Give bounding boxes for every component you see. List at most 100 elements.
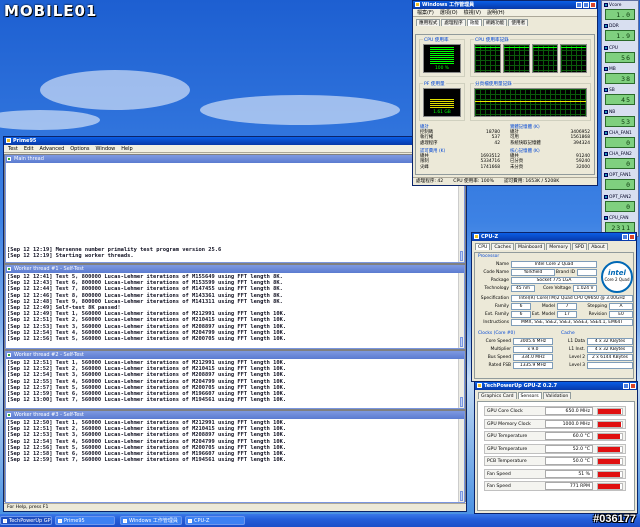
prime95-title: Prime95 — [13, 138, 37, 144]
scrollbar[interactable] — [458, 359, 464, 408]
menu-help[interactable]: Help — [121, 145, 132, 152]
sensor-value[interactable]: 51 % — [545, 469, 593, 478]
cpuz-window[interactable]: CPU-Z CPU Caches Mainboard Memory SPD Ab… — [471, 232, 637, 382]
field-label: Family — [494, 304, 509, 309]
menu-options[interactable]: Options — [70, 145, 89, 152]
corner-id-text: #036177 — [593, 513, 636, 525]
cpuz-titlebar[interactable]: CPU-Z — [472, 233, 636, 241]
tab-cpu[interactable]: CPU — [475, 243, 491, 250]
main-thread-window[interactable]: Main thread [Sep 12 12:19] Mersenne numb… — [5, 155, 465, 263]
tab-about[interactable]: About — [588, 243, 608, 250]
commit-charge-group: 認可費用 (K) 總共 1693512 限制 5334716 尖峰 1741668 — [420, 149, 500, 170]
model-field: 7 — [557, 303, 577, 310]
tab-users[interactable]: 使用者 — [508, 19, 529, 26]
menu-view[interactable]: 檢視(V) — [464, 9, 481, 16]
taskbar-button[interactable]: CPU-Z — [185, 516, 245, 525]
gadget-sensor-value: 0 — [605, 200, 635, 212]
gpuz-titlebar[interactable]: TechPowerUp GPU-Z 0.2.7 — [475, 382, 637, 390]
sensor-icon — [604, 66, 608, 71]
menu-advanced[interactable]: Advanced — [40, 145, 65, 152]
log-line: [Sep 12 12:19] Starting worker threads. — [7, 253, 134, 260]
sensor-icon — [604, 45, 608, 50]
close-button[interactable] — [630, 383, 636, 389]
tab-memory[interactable]: Memory — [546, 243, 571, 250]
minimize-button[interactable] — [623, 383, 629, 389]
gpuz-window[interactable]: TechPowerUp GPU-Z 0.2.7 Graphics Card Se… — [474, 381, 638, 514]
tab-sensors[interactable]: Sensors — [517, 392, 542, 399]
task-manager-window[interactable]: Windows 工作管理員 檔案(F) 選項(O) 檢視(V) 說明(H) 應用… — [412, 0, 598, 186]
scrollbar[interactable] — [458, 419, 464, 502]
sensor-value[interactable]: 1000.0 MHz — [545, 419, 593, 428]
minimize-button[interactable] — [622, 234, 628, 240]
cpu-core-graph — [502, 44, 530, 73]
close-button[interactable] — [590, 2, 596, 8]
cpu-usage-meter: 100 % — [423, 44, 461, 73]
sensor-value[interactable]: 650.0 MHz — [545, 407, 593, 415]
menu-options[interactable]: 選項(O) — [440, 9, 458, 16]
task-manager-title: Windows 工作管理員 — [422, 2, 475, 8]
sensor-icon — [604, 3, 608, 7]
field-label: L1 Inst. — [568, 347, 585, 352]
close-button[interactable] — [629, 234, 635, 240]
worker-thread-2-titlebar[interactable]: Worker thread #2 - Self-Test — [6, 352, 464, 359]
stat-value: 32000 — [576, 164, 590, 170]
menu-window[interactable]: Window — [96, 145, 116, 152]
menu-test[interactable]: Test — [8, 145, 18, 152]
tab-graphics-card[interactable]: Graphics Card — [478, 392, 517, 399]
tab-mainboard[interactable]: Mainboard — [515, 243, 546, 250]
cpu-core-graph — [560, 44, 587, 73]
sensor-value[interactable]: 50.0 °C — [545, 457, 593, 465]
minimize-button[interactable] — [576, 2, 582, 8]
tab-caches[interactable]: Caches — [491, 243, 515, 250]
menu-edit[interactable]: Edit — [24, 145, 34, 152]
sensor-icon — [604, 24, 608, 29]
l1-data-field: 4 x 32 KBytes — [587, 338, 633, 345]
field-label: Package — [490, 278, 509, 283]
field-label: Level 3 — [569, 363, 585, 368]
prime95-titlebar[interactable]: Prime95 — [4, 137, 466, 145]
pf-usage-box: PF 使用量 1.61 GB — [419, 81, 465, 121]
menu-file[interactable]: 檔案(F) — [417, 9, 434, 16]
menu-help[interactable]: 說明(H) — [487, 9, 505, 16]
intel-logo-text: intel — [608, 269, 626, 277]
cpu-name-field: Intel Core 2 Quad — [511, 261, 597, 268]
gpu-sensor-row: GPU Temperature 52.0 °C — [484, 443, 626, 454]
desktop-cloud — [40, 70, 190, 110]
sensor-value[interactable]: 771 RPM — [545, 482, 593, 490]
tab-performance[interactable]: 效能 — [466, 19, 482, 26]
worker-thread-2-window[interactable]: Worker thread #2 - Self-Test [Sep 12 12:… — [5, 351, 465, 409]
worker-thread-1-titlebar[interactable]: Worker thread #1 - Self-Test — [6, 266, 464, 273]
taskbar-button[interactable]: TechPowerUp GPU-Z 0.2.7 — [0, 516, 52, 525]
tab-processes[interactable]: 處理程序 — [441, 19, 466, 26]
taskbar-button[interactable]: Prime95 — [55, 516, 115, 525]
tab-networking[interactable]: 網路功能 — [482, 19, 508, 26]
worker-thread-3-titlebar[interactable]: Worker thread #3 - Self-Test — [6, 412, 464, 419]
sensor-value[interactable]: 52.0 °C — [545, 444, 593, 453]
gadget-sensor-value: 56 — [605, 51, 635, 63]
rated-fsb-field: 1335.9 MHz — [513, 362, 553, 369]
worker-thread-2-title: Worker thread #2 - Self-Test — [14, 352, 84, 358]
sensor-value[interactable]: 60.0 °C — [545, 432, 593, 440]
worker-thread-3-window[interactable]: Worker thread #3 - Self-Test [Sep 12 12:… — [5, 411, 465, 503]
hardware-monitor-gadget[interactable]: Vcore 1.0 DDR 1.9 CPU 56 MB 38 SB 45 NB 53 CHA_FAN1 0… — [601, 0, 639, 237]
gadget-sensor-nb: NB 53 — [603, 109, 637, 130]
scrollbar[interactable] — [458, 273, 464, 348]
tab-validation[interactable]: Validation — [542, 392, 572, 399]
tab-applications[interactable]: 應用程式 — [416, 19, 441, 26]
worker-thread-1-window[interactable]: Worker thread #1 - Self-Test [Sep 12 12:… — [5, 265, 465, 349]
task-manager-titlebar[interactable]: Windows 工作管理員 — [413, 1, 597, 9]
core-speed-field: 3005.6 MHz — [513, 338, 553, 345]
gadget-sensor-label: CHA_FAN1 — [603, 130, 637, 137]
main-thread-log: [Sep 12 12:19] Mersenne number primality… — [7, 247, 457, 260]
main-thread-titlebar[interactable]: Main thread — [6, 156, 464, 163]
taskbar-button[interactable]: Windows 工作管理員 — [120, 516, 182, 525]
code-name-field: Yorkfield — [511, 269, 555, 276]
cpu-usage-box: CPU 使用率 100 % — [419, 37, 465, 77]
maximize-button[interactable] — [583, 2, 589, 8]
sensor-graph-fill — [598, 471, 621, 477]
tab-spd[interactable]: SPD — [571, 243, 588, 250]
prime95-statusbar: For Help, press F1 — [4, 503, 466, 511]
prime95-window[interactable]: Prime95 Test Edit Advanced Options Windo… — [3, 136, 467, 512]
gadget-sensor-label: CPU — [603, 45, 637, 52]
worker-thread-1-title: Worker thread #1 - Self-Test — [14, 266, 84, 272]
